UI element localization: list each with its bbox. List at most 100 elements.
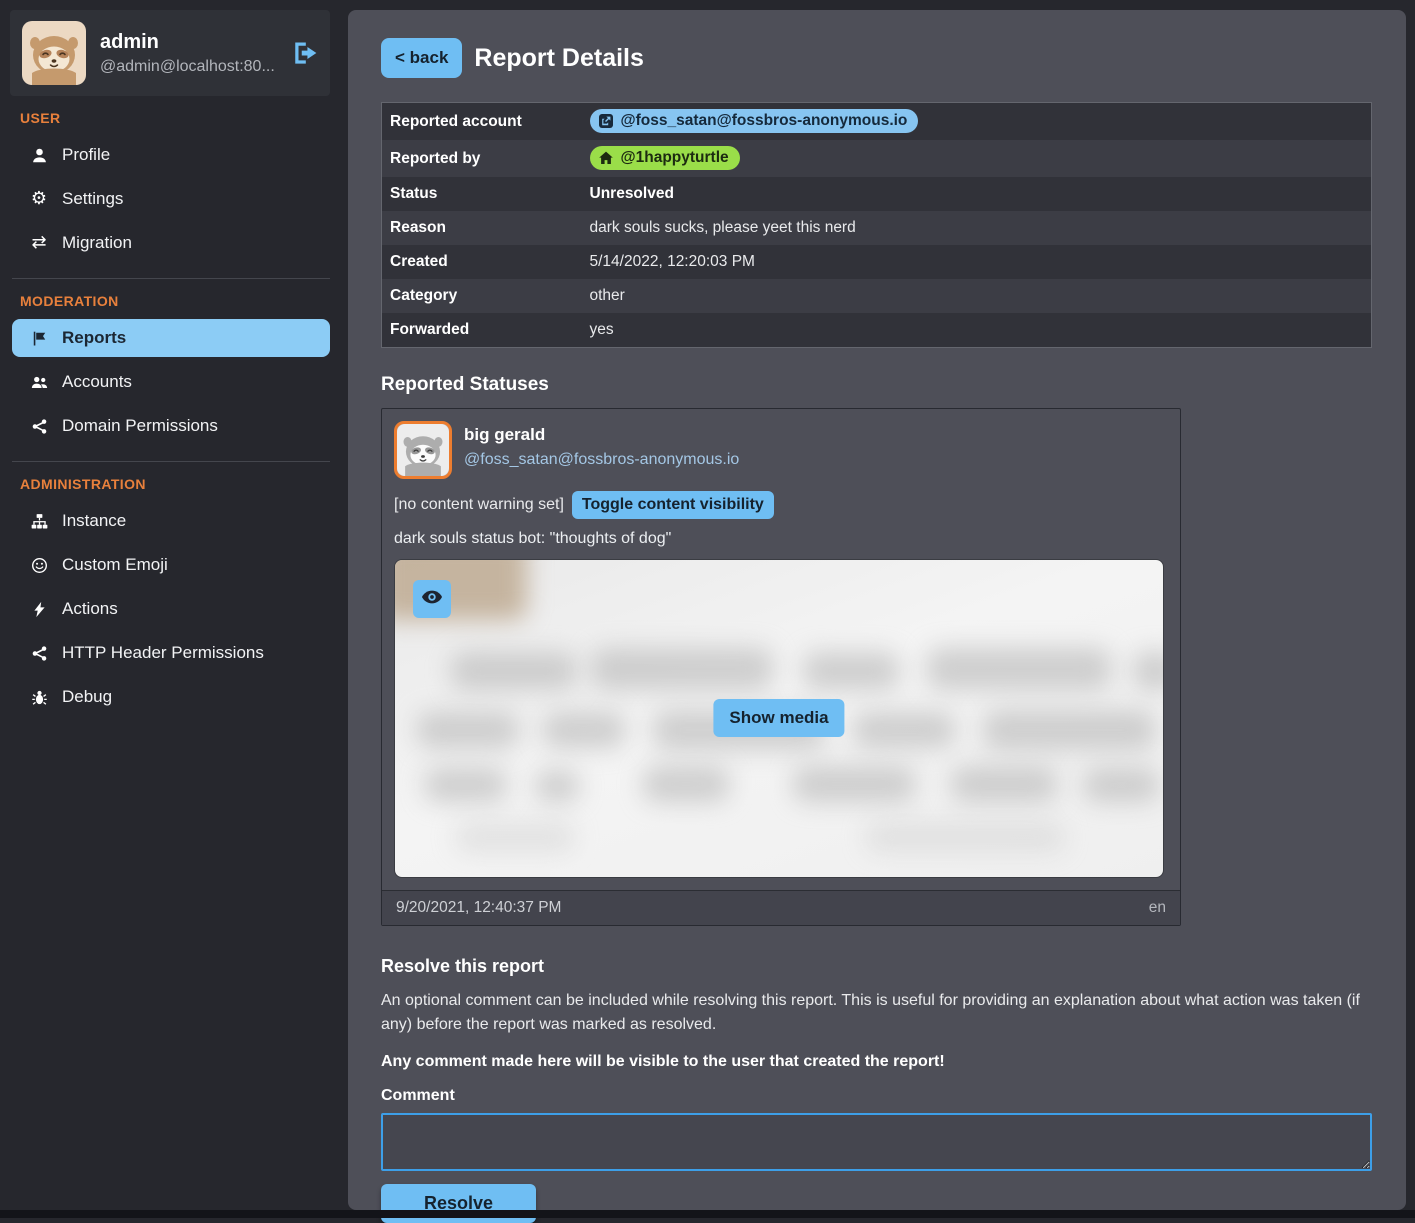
sidebar-item-label: Settings	[62, 189, 123, 209]
reported-statuses-heading: Reported Statuses	[381, 374, 1373, 396]
bolt-icon	[28, 600, 50, 618]
row-value: @1happyturtle	[582, 140, 1372, 177]
nav-section-user: USER	[20, 110, 330, 126]
table-row: Categoryother	[382, 279, 1372, 313]
sidebar-item-label: Migration	[62, 233, 132, 253]
resolve-description: An optional comment can be included whil…	[381, 989, 1372, 1037]
nav-section-administration: ADMINISTRATION	[20, 476, 330, 492]
account-pill-blue[interactable]: @foss_satan@fossbros-anonymous.io	[590, 109, 919, 133]
report-details-panel: < back Report Details Reported account @f…	[348, 10, 1406, 1210]
migration-icon: ⇄	[28, 234, 50, 252]
sidebar-item-debug[interactable]: Debug	[12, 678, 330, 716]
sidebar-item-migration[interactable]: ⇄ Migration	[12, 224, 330, 262]
sidebar-item-profile[interactable]: Profile	[12, 136, 330, 174]
user-icon	[28, 146, 50, 164]
share-nodes-icon	[28, 644, 50, 662]
sloth-avatar	[394, 421, 452, 479]
sidebar-item-label: Debug	[62, 687, 112, 707]
row-label: Reported by	[382, 140, 582, 177]
row-label: Status	[382, 177, 582, 211]
content-warning-row: [no content warning set] Toggle content …	[394, 491, 1166, 519]
sidebar-item-label: Instance	[62, 511, 126, 531]
row-value: dark souls sucks, please yeet this nerd	[582, 211, 1372, 245]
table-row: Reported account @foss_satan@fossbros-ano…	[382, 103, 1372, 141]
page-title: Report Details	[474, 44, 643, 73]
table-row: Created5/14/2022, 12:20:03 PM	[382, 245, 1372, 279]
sidebar-item-label: Domain Permissions	[62, 416, 218, 436]
flag-icon	[28, 329, 50, 347]
comment-label: Comment	[381, 1087, 1373, 1105]
user-meta: admin @admin@localhost:80...	[100, 31, 278, 76]
row-value: 5/14/2022, 12:20:03 PM	[582, 245, 1372, 279]
page-header: < back Report Details	[381, 38, 1373, 78]
status-footer: 9/20/2021, 12:40:37 PM en	[382, 890, 1180, 925]
sidebar: admin @admin@localhost:80... USER Profile…	[0, 0, 348, 722]
sidebar-item-settings[interactable]: ⚙ Settings	[12, 180, 330, 218]
sidebar-item-accounts[interactable]: Accounts	[12, 363, 330, 401]
external-link-icon	[598, 113, 614, 129]
sidebar-nav: USERProfile⚙Settings⇄MigrationMODERATION…	[0, 110, 348, 716]
status-text: dark souls status bot: "thoughts of dog"	[394, 530, 1166, 548]
sitemap-icon	[28, 512, 50, 530]
row-label: Created	[382, 245, 582, 279]
row-value: @foss_satan@fossbros-anonymous.io	[582, 103, 1372, 141]
row-label: Category	[382, 279, 582, 313]
table-row: Reported by @1happyturtle	[382, 140, 1372, 177]
nav-divider	[12, 461, 330, 462]
status-handle[interactable]: @foss_satan@fossbros-anonymous.io	[464, 451, 739, 469]
resolve-heading: Resolve this report	[381, 956, 1373, 977]
account-pill-green[interactable]: @1happyturtle	[590, 146, 740, 170]
row-label: Reported account	[382, 103, 582, 141]
status-header: big gerald @foss_satan@fossbros-anonymou…	[394, 421, 1166, 479]
sidebar-item-label: Custom Emoji	[62, 555, 168, 575]
status-display-name: big gerald	[464, 425, 739, 445]
user-handle: @admin@localhost:80...	[100, 58, 278, 76]
status-language: en	[1149, 899, 1166, 917]
report-details-table-body: Reported account @foss_satan@fossbros-ano…	[382, 103, 1372, 348]
sidebar-item-label: Profile	[62, 145, 110, 165]
toggle-content-visibility-button[interactable]: Toggle content visibility	[572, 491, 774, 519]
back-button[interactable]: < back	[381, 38, 462, 78]
row-value: other	[582, 279, 1372, 313]
table-row: Reasondark souls sucks, please yeet this…	[382, 211, 1372, 245]
user-name: admin	[100, 31, 278, 54]
table-row: Forwardedyes	[382, 313, 1372, 347]
sidebar-item-domain-permissions[interactable]: Domain Permissions	[12, 407, 330, 445]
pill-label: @foss_satan@fossbros-anonymous.io	[621, 112, 908, 130]
status-timestamp: 9/20/2021, 12:40:37 PM	[396, 899, 561, 917]
sidebar-item-label: Actions	[62, 599, 118, 619]
resolve-note: Any comment made here will be visible to…	[381, 1053, 1373, 1071]
content-warning-label: [no content warning set]	[394, 496, 564, 514]
status-body: big gerald @foss_satan@fossbros-anonymou…	[382, 409, 1180, 890]
hide-media-eye-button[interactable]	[413, 580, 451, 618]
report-details-table: Reported account @foss_satan@fossbros-ano…	[381, 102, 1372, 348]
sidebar-item-reports[interactable]: Reports	[12, 319, 330, 357]
pill-label: @1happyturtle	[621, 149, 729, 167]
gears-icon: ⚙	[28, 190, 50, 208]
row-label: Reason	[382, 211, 582, 245]
table-row: StatusUnresolved	[382, 177, 1372, 211]
status-names: big gerald @foss_satan@fossbros-anonymou…	[464, 421, 739, 469]
sidebar-item-instance[interactable]: Instance	[12, 502, 330, 540]
sidebar-item-label: Reports	[62, 328, 126, 348]
sidebar-item-label: Accounts	[62, 372, 132, 392]
share-nodes-icon	[28, 417, 50, 435]
smile-icon	[28, 556, 50, 574]
users-icon	[28, 373, 50, 391]
eye-icon	[421, 586, 443, 611]
comment-textarea[interactable]	[381, 1113, 1372, 1171]
show-media-button[interactable]: Show media	[713, 699, 844, 737]
house-icon	[598, 150, 614, 166]
sidebar-item-http-header-permissions[interactable]: HTTP Header Permissions	[12, 634, 330, 672]
sidebar-item-label: HTTP Header Permissions	[62, 643, 264, 663]
logout-icon[interactable]	[292, 40, 318, 66]
reported-status-card: big gerald @foss_satan@fossbros-anonymou…	[381, 408, 1181, 926]
row-value: Unresolved	[582, 177, 1372, 211]
status-media-blurred[interactable]: Show media	[394, 559, 1164, 878]
user-card[interactable]: admin @admin@localhost:80...	[10, 10, 330, 96]
sidebar-item-actions[interactable]: Actions	[12, 590, 330, 628]
sidebar-item-custom-emoji[interactable]: Custom Emoji	[12, 546, 330, 584]
sloth-avatar	[22, 21, 86, 85]
row-value: yes	[582, 313, 1372, 347]
bottom-strip	[0, 1210, 1415, 1218]
